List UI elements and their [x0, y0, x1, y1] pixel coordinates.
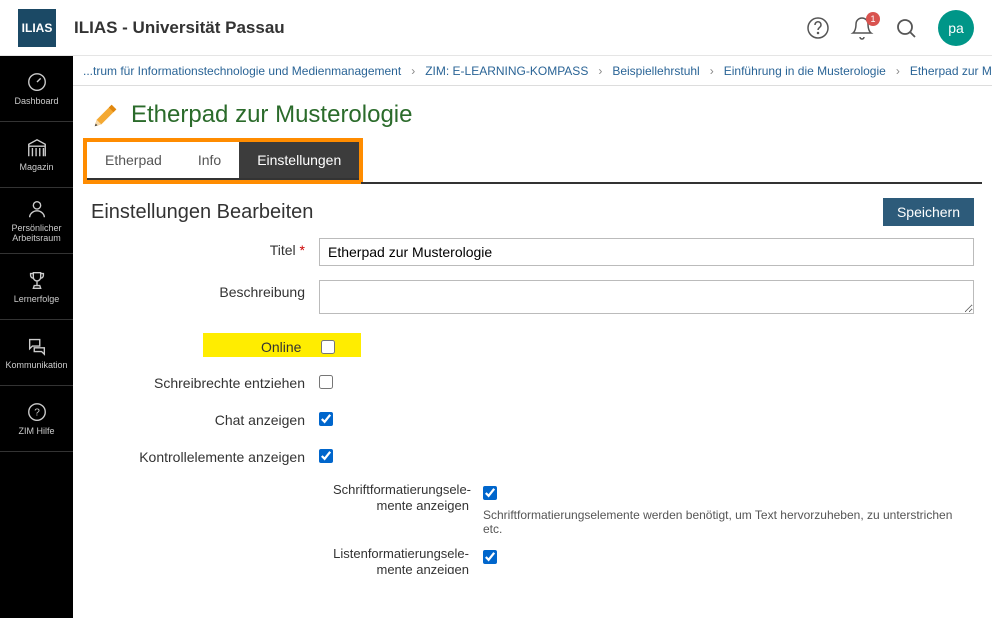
nav-lernerfolge[interactable]: Lernerfolge — [0, 254, 73, 320]
topbar: ILIAS ILIAS - Universität Passau 1 pa — [0, 0, 992, 56]
nav-arbeitsraum[interactable]: Persönlicher Arbeitsraum — [0, 188, 73, 254]
nav-label: ZIM Hilfe — [19, 427, 55, 437]
chat-checkbox[interactable] — [319, 412, 333, 426]
chat-icon — [26, 335, 48, 357]
main-area: ...trum für Informationstechnologie und … — [73, 56, 992, 618]
label-chat: Chat anzeigen — [91, 408, 319, 428]
row-chat: Chat anzeigen — [91, 408, 974, 431]
dashboard-icon — [26, 71, 48, 93]
crumb[interactable]: Etherpad zur Musterolog — [910, 64, 992, 78]
section-title: Einstellungen Bearbeiten — [91, 201, 313, 224]
avatar[interactable]: pa — [938, 10, 974, 46]
schreibrechte-checkbox[interactable] — [319, 375, 333, 389]
row-titel: Titel * — [91, 238, 974, 266]
tab-einstellungen[interactable]: Einstellungen — [239, 142, 359, 178]
settings-form: Titel * Beschreibung Online Schreibrecht… — [73, 234, 992, 574]
user-icon — [26, 198, 48, 220]
chevron-right-icon: › — [710, 64, 714, 78]
topbar-right: 1 pa — [806, 10, 974, 46]
sub-label: Listenformatierungsele­mente anzeigen — [333, 546, 483, 574]
help2-icon: ? — [26, 401, 48, 423]
page-header: Etherpad zur Musterologie — [73, 86, 992, 138]
online-checkbox[interactable] — [321, 340, 335, 354]
search-icon[interactable] — [894, 16, 918, 40]
nav-label: Magazin — [19, 163, 53, 173]
beschreibung-input[interactable] — [319, 280, 974, 314]
brand-title: ILIAS - Universität Passau — [74, 18, 285, 38]
tab-info[interactable]: Info — [180, 142, 239, 178]
help-icon[interactable] — [806, 16, 830, 40]
chevron-right-icon: › — [411, 64, 415, 78]
label-schreibrechte: Schreibrechte entziehen — [91, 371, 319, 391]
tabs-highlight: Etherpad Info Einstellungen — [83, 138, 363, 184]
crumb[interactable]: ...trum für Informationstechnologie und … — [83, 64, 401, 78]
crumb[interactable]: ZIM: E-LEARNING-KOMPASS — [425, 64, 588, 78]
save-button[interactable]: Speichern — [883, 198, 974, 226]
sub-desc: Schriftformatierungselemente werden benö… — [483, 508, 974, 536]
titel-input[interactable] — [319, 238, 974, 266]
row-online: Online — [261, 333, 974, 357]
tab-etherpad[interactable]: Etherpad — [87, 142, 180, 178]
sub-label: Schriftformatierungsele­mente anzeigen — [333, 482, 483, 513]
crumb[interactable]: Einführung in die Musterologie — [724, 64, 886, 78]
chevron-right-icon: › — [896, 64, 900, 78]
leftnav: Dashboard Magazin Persönlicher Arbeitsra… — [0, 56, 73, 618]
svg-text:?: ? — [34, 407, 40, 418]
chevron-right-icon: › — [598, 64, 602, 78]
section-bar: Einstellungen Bearbeiten Speichern — [73, 184, 992, 234]
label-beschreibung: Beschreibung — [91, 280, 319, 300]
row-beschreibung: Beschreibung — [91, 280, 974, 319]
kontroll-checkbox[interactable] — [319, 449, 333, 463]
label-online: Online — [261, 335, 315, 355]
magazin-icon — [26, 137, 48, 159]
label-titel: Titel * — [91, 238, 319, 258]
tabs: Etherpad Info Einstellungen — [73, 138, 992, 184]
sub-desc: Mit Listenformatierungselemente können n… — [483, 572, 974, 574]
nav-dashboard[interactable]: Dashboard — [0, 56, 73, 122]
nav-label: Kommunikation — [5, 361, 67, 371]
page-title: Etherpad zur Musterologie — [131, 101, 412, 129]
listen-checkbox[interactable] — [483, 550, 497, 564]
label-kontroll: Kontrollelemente anzeigen — [91, 445, 319, 465]
crumb[interactable]: Beispiellehrstuhl — [612, 64, 699, 78]
online-highlight: Online — [203, 333, 361, 357]
nav-zimhilfe[interactable]: ? ZIM Hilfe — [0, 386, 73, 452]
bell-icon[interactable]: 1 — [850, 16, 874, 40]
notif-badge: 1 — [866, 12, 880, 26]
breadcrumb: ...trum für Informationstechnologie und … — [73, 56, 992, 86]
subrow-schrift: Schriftformatierungsele­mente anzeigen S… — [333, 482, 974, 536]
nav-label: Dashboard — [14, 97, 58, 107]
pencil-icon — [91, 100, 121, 130]
nav-label: Lernerfolge — [14, 295, 60, 305]
row-kontroll: Kontrollelemente anzeigen — [91, 445, 974, 468]
schrift-checkbox[interactable] — [483, 486, 497, 500]
nav-magazin[interactable]: Magazin — [0, 122, 73, 188]
nav-label: Persönlicher Arbeitsraum — [0, 224, 73, 244]
row-schreibrechte: Schreibrechte entziehen — [91, 371, 974, 394]
trophy-icon — [26, 269, 48, 291]
nav-kommunikation[interactable]: Kommunikation — [0, 320, 73, 386]
logo[interactable]: ILIAS — [18, 9, 56, 47]
subrow-listen: Listenformatierungsele­mente anzeigen Mi… — [333, 546, 974, 574]
